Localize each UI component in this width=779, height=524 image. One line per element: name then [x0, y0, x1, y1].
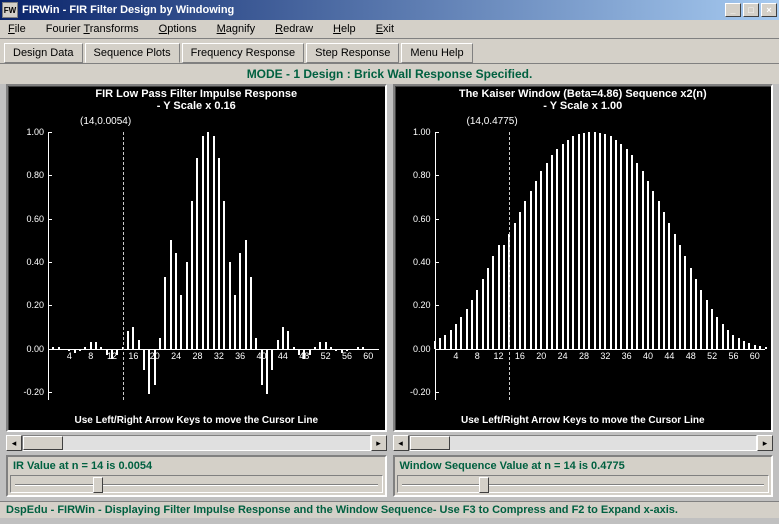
menu-exit[interactable]: Exit — [372, 22, 398, 36]
ir-value-slider[interactable] — [10, 475, 383, 493]
window-value-text: Window Sequence Value at n = 14 is 0.477… — [397, 459, 770, 473]
chart-footer: Use Left/Right Arrow Keys to move the Cu… — [8, 415, 385, 426]
tab-bar: Design Data Sequence Plots Frequency Res… — [0, 39, 779, 64]
plot-area[interactable]: -0.200.000.200.400.600.801.0048121620242… — [405, 128, 768, 406]
window-title: FIRWin - FIR Filter Design by Windowing — [22, 4, 725, 16]
ir-value-text: IR Value at n = 14 is 0.0054 — [10, 459, 383, 473]
chart-subtitle: - Y Scale x 1.00 — [395, 100, 772, 112]
tab-frequency-response[interactable]: Frequency Response — [182, 43, 305, 63]
slider-thumb[interactable] — [479, 477, 489, 493]
window-value-slider[interactable] — [397, 475, 770, 493]
chart-impulse-response: FIR Low Pass Filter Impulse Response - Y… — [6, 84, 387, 432]
mode-line: MODE - 1 Design : Brick Wall Response Sp… — [0, 64, 779, 84]
scroll-track[interactable] — [409, 435, 758, 451]
menu-file[interactable]: File — [4, 22, 30, 36]
tab-design-data[interactable]: Design Data — [4, 43, 83, 63]
plot-area[interactable]: -0.200.000.200.400.600.801.0048121620242… — [18, 128, 381, 406]
menu-bar: File Fourier Transforms Options Magnify … — [0, 20, 779, 39]
scroll-left-button[interactable]: ◂ — [393, 435, 409, 451]
scroll-thumb[interactable] — [23, 436, 63, 450]
ir-value-panel: IR Value at n = 14 is 0.0054 — [6, 455, 387, 497]
menu-help[interactable]: Help — [329, 22, 360, 36]
tab-step-response[interactable]: Step Response — [306, 43, 399, 63]
scroll-thumb[interactable] — [410, 436, 450, 450]
scroll-right-button[interactable]: ▸ — [371, 435, 387, 451]
status-bar: DspEdu - FIRWin - Displaying Filter Impu… — [0, 501, 779, 518]
tab-menu-help[interactable]: Menu Help — [401, 43, 472, 63]
chart-footer: Use Left/Right Arrow Keys to move the Cu… — [395, 415, 772, 426]
window-value-panel: Window Sequence Value at n = 14 is 0.477… — [393, 455, 774, 497]
scroll-track[interactable] — [22, 435, 371, 451]
app-icon: FW — [2, 2, 18, 18]
right-scrollbar[interactable]: ◂ ▸ — [393, 435, 774, 451]
maximize-button[interactable]: □ — [743, 3, 759, 17]
left-scrollbar[interactable]: ◂ ▸ — [6, 435, 387, 451]
chart-kaiser-window: The Kaiser Window (Beta=4.86) Sequence x… — [393, 84, 774, 432]
chart-subtitle: - Y Scale x 0.16 — [8, 100, 385, 112]
menu-options[interactable]: Options — [155, 22, 201, 36]
close-button[interactable]: × — [761, 3, 777, 17]
menu-magnify[interactable]: Magnify — [213, 22, 260, 36]
scroll-right-button[interactable]: ▸ — [757, 435, 773, 451]
cursor-value-label: (14,0.4775) — [467, 116, 518, 127]
scroll-left-button[interactable]: ◂ — [6, 435, 22, 451]
cursor-value-label: (14,0.0054) — [80, 116, 131, 127]
tab-sequence-plots[interactable]: Sequence Plots — [85, 43, 180, 63]
menu-fourier[interactable]: Fourier Transforms — [42, 22, 143, 36]
chart-title: FIR Low Pass Filter Impulse Response — [8, 86, 385, 100]
slider-thumb[interactable] — [93, 477, 103, 493]
menu-redraw[interactable]: Redraw — [271, 22, 317, 36]
window-titlebar: FW FIRWin - FIR Filter Design by Windowi… — [0, 0, 779, 20]
minimize-button[interactable]: _ — [725, 3, 741, 17]
chart-title: The Kaiser Window (Beta=4.86) Sequence x… — [395, 86, 772, 100]
